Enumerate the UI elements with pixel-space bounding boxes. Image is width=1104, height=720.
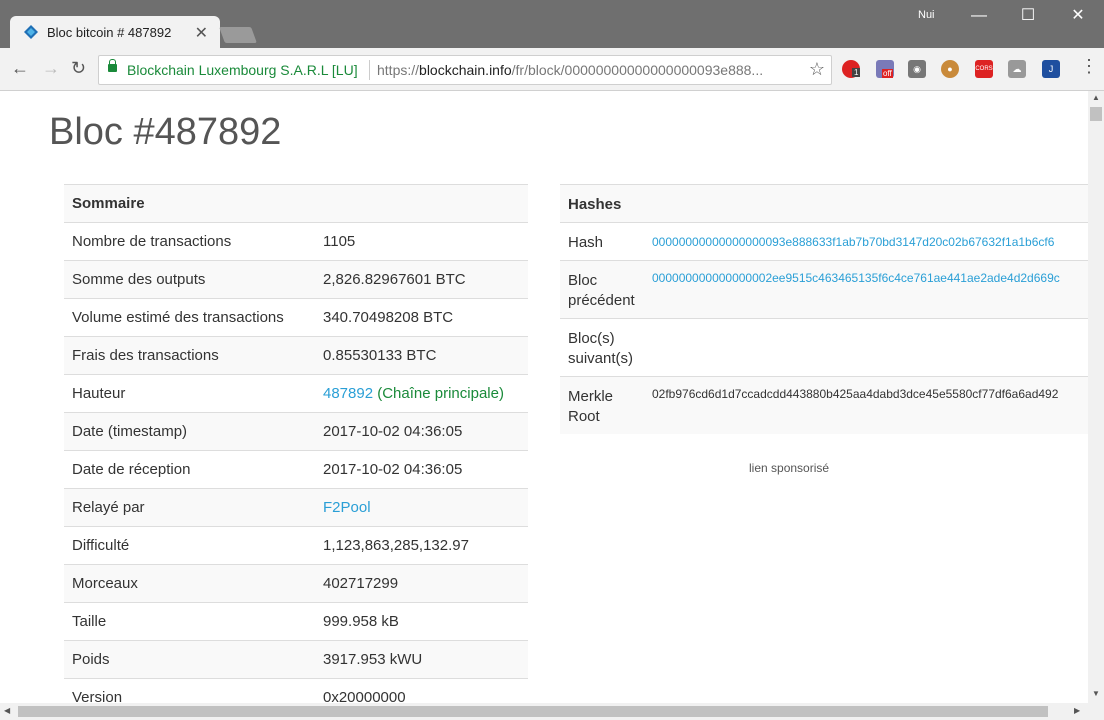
bookmark-star-icon[interactable]: ☆ — [809, 59, 825, 80]
table-row: Volume estimé des transactions 340.704982… — [64, 298, 528, 336]
previous-block-link[interactable]: 000000000000000002ee9515c463465135f6c4ce… — [652, 271, 1060, 285]
table-row: Date (timestamp) 2017-10-02 04:36:05 — [64, 412, 528, 450]
table-row: Version 0x20000000 — [64, 678, 528, 703]
hashes-table: Hashes Hash 00000000000000000093e888633f1… — [560, 184, 1088, 434]
vertical-scrollbar[interactable]: ▲ ▼ — [1088, 91, 1104, 703]
reload-icon[interactable]: ↻ — [71, 58, 86, 79]
address-bar[interactable]: Blockchain Luxembourg S.A.R.L [LU] https… — [98, 55, 832, 85]
browser-tab[interactable]: Bloc bitcoin # 487892 ✕ — [10, 16, 220, 48]
merkle-root-value: 02fb976cd6d1d7ccadcdd443880b425aa4dabd3d… — [652, 387, 1059, 401]
camera-extension-icon[interactable]: ◉ — [908, 60, 926, 78]
horizontal-scroll-thumb[interactable] — [18, 706, 1048, 717]
table-row: Hash 00000000000000000093e888633f1ab7b70b… — [560, 222, 1088, 260]
opera-extension-icon[interactable]: 1 — [842, 60, 861, 78]
summary-header-row: Sommaire — [64, 184, 528, 222]
page-title: Bloc #487892 — [49, 111, 282, 153]
url-text[interactable]: https://blockchain.info/fr/block/0000000… — [377, 62, 797, 78]
hash-link[interactable]: 00000000000000000093e888633f1ab7b70bd314… — [652, 235, 1054, 249]
summary-table: Sommaire Nombre de transactions 1105 Somm… — [64, 184, 528, 703]
table-row: Bloc précédent 000000000000000002ee9515c4… — [560, 260, 1088, 318]
lock-icon — [108, 59, 117, 72]
cookie-extension-icon[interactable]: ● — [941, 60, 959, 78]
forward-icon[interactable]: → — [42, 58, 60, 79]
table-row: Frais des transactions 0.85530133 BTC — [64, 336, 528, 374]
table-row: Bloc(s) suivant(s) — [560, 318, 1088, 376]
cloud-extension-icon[interactable]: ☁ — [1008, 60, 1026, 78]
minimize-icon[interactable]: — — [964, 4, 994, 28]
table-row: Hauteur 487892 (Chaîne principale) — [64, 374, 528, 412]
j-extension-icon[interactable]: J — [1042, 60, 1060, 78]
table-row: Date de réception 2017-10-02 04:36:05 — [64, 450, 528, 488]
main-chain-label: (Chaîne principale) — [377, 385, 504, 402]
hashes-header-row: Hashes — [560, 184, 1088, 222]
scroll-up-icon[interactable]: ▲ — [1092, 93, 1100, 102]
height-link[interactable]: 487892 — [323, 385, 373, 402]
certificate-org[interactable]: Blockchain Luxembourg S.A.R.L [LU] — [127, 62, 358, 78]
table-row: Taille 999.958 kB — [64, 602, 528, 640]
table-row: Morceaux 402717299 — [64, 564, 528, 602]
proxy-extension-icon[interactable]: off — [876, 60, 894, 78]
sponsored-link-label[interactable]: lien sponsorisé — [749, 461, 829, 475]
table-row: Relayé par F2Pool — [64, 488, 528, 526]
table-row: Difficulté 1,123,863,285,132.97 — [64, 526, 528, 564]
scroll-left-icon[interactable]: ◀ — [4, 706, 10, 715]
table-row: Somme des outputs 2,826.82967601 BTC — [64, 260, 528, 298]
scroll-right-icon[interactable]: ▶ — [1074, 706, 1080, 715]
table-row: Poids 3917.953 kWU — [64, 640, 528, 678]
maximize-icon[interactable]: ☐ — [1013, 4, 1043, 28]
title-bar: Bloc bitcoin # 487892 ✕ Nui — ☐ ✕ — [0, 0, 1104, 48]
horizontal-scrollbar[interactable]: ◀ ▶ — [0, 703, 1104, 720]
tab-title: Bloc bitcoin # 487892 — [47, 25, 172, 40]
scroll-down-icon[interactable]: ▼ — [1092, 689, 1100, 698]
table-row: Merkle Root 02fb976cd6d1d7ccadcdd443880b4… — [560, 376, 1088, 434]
blockchain-favicon-icon — [24, 25, 38, 39]
cors-extension-icon[interactable]: CORS — [975, 60, 993, 78]
omnibox-separator — [369, 60, 370, 80]
tab-close-icon[interactable]: ✕ — [195, 23, 208, 43]
profile-name[interactable]: Nui — [918, 9, 935, 21]
vertical-scroll-thumb[interactable] — [1090, 107, 1102, 121]
relayed-by-link[interactable]: F2Pool — [323, 499, 371, 516]
back-icon[interactable]: ← — [11, 58, 29, 79]
table-row: Nombre de transactions 1105 — [64, 222, 528, 260]
page-content: Bloc #487892 Sommaire Nombre de transact… — [0, 91, 1088, 703]
new-tab-button[interactable] — [219, 27, 257, 43]
close-window-icon[interactable]: ✕ — [1063, 4, 1093, 28]
chrome-menu-icon[interactable]: ⋮ — [1080, 56, 1098, 77]
